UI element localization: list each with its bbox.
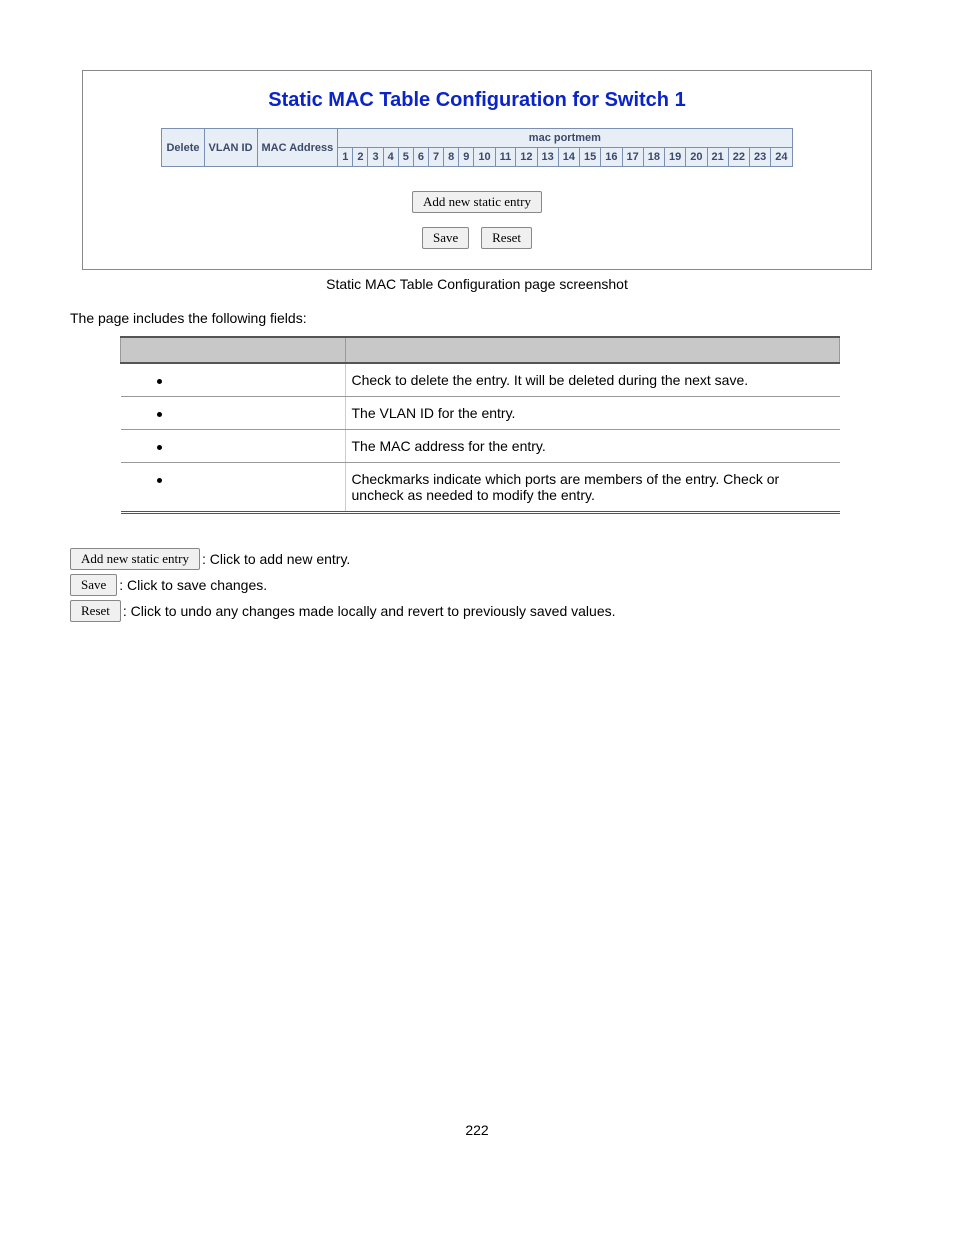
fields-header-desc (345, 337, 840, 363)
table-row: Checkmarks indicate which ports are memb… (121, 463, 840, 513)
col-port-16: 16 (601, 148, 622, 167)
screenshot-caption: Static MAC Table Configuration page scre… (70, 276, 884, 292)
save-button[interactable]: Save (422, 227, 469, 249)
col-port-22: 22 (728, 148, 749, 167)
config-title: Static MAC Table Configuration for Switc… (97, 89, 857, 112)
bullet-icon (157, 412, 162, 417)
col-port-1: 1 (338, 148, 353, 167)
col-port-23: 23 (750, 148, 771, 167)
fields-intro: The page includes the following fields: (70, 310, 884, 326)
legend-add-button[interactable]: Add new static entry (70, 548, 200, 570)
field-desc: Check to delete the entry. It will be de… (345, 363, 840, 397)
table-row: The VLAN ID for the entry. (121, 397, 840, 430)
col-port-15: 15 (580, 148, 601, 167)
col-port-6: 6 (413, 148, 428, 167)
legend-save-text: : Click to save changes. (119, 577, 267, 593)
add-entry-button[interactable]: Add new static entry (412, 191, 542, 213)
legend-reset-button[interactable]: Reset (70, 600, 121, 622)
fields-table: Check to delete the entry. It will be de… (120, 336, 840, 514)
col-port-10: 10 (474, 148, 495, 167)
fields-header-object (121, 337, 346, 363)
col-vlan-id: VLAN ID (204, 129, 257, 167)
field-desc: The MAC address for the entry. (345, 430, 840, 463)
col-port-5: 5 (398, 148, 413, 167)
col-port-14: 14 (558, 148, 579, 167)
reset-button[interactable]: Reset (481, 227, 532, 249)
col-delete: Delete (162, 129, 204, 167)
field-desc: The VLAN ID for the entry. (345, 397, 840, 430)
config-screenshot: Static MAC Table Configuration for Switc… (82, 70, 872, 270)
col-port-18: 18 (643, 148, 664, 167)
col-port-13: 13 (537, 148, 558, 167)
col-port-7: 7 (428, 148, 443, 167)
legend-reset-text: : Click to undo any changes made locally… (123, 603, 616, 619)
col-port-12: 12 (516, 148, 537, 167)
page-number: 222 (70, 1122, 884, 1138)
col-port-4: 4 (383, 148, 398, 167)
legend-save-button[interactable]: Save (70, 574, 117, 596)
col-port-19: 19 (665, 148, 686, 167)
table-row: Check to delete the entry. It will be de… (121, 363, 840, 397)
bullet-icon (157, 478, 162, 483)
col-port-11: 11 (495, 148, 516, 167)
table-row: The MAC address for the entry. (121, 430, 840, 463)
col-port-3: 3 (368, 148, 383, 167)
legend-add-text: : Click to add new entry. (202, 551, 350, 567)
col-port-8: 8 (444, 148, 459, 167)
col-port-17: 17 (622, 148, 643, 167)
mac-config-table: Delete VLAN ID MAC Address mac portmem 1… (161, 128, 792, 167)
bullet-icon (157, 445, 162, 450)
portmem-header: mac portmem (338, 129, 792, 148)
col-port-20: 20 (686, 148, 707, 167)
field-desc: Checkmarks indicate which ports are memb… (345, 463, 840, 513)
col-port-21: 21 (707, 148, 728, 167)
button-legend: Add new static entry : Click to add new … (70, 548, 884, 622)
col-port-2: 2 (353, 148, 368, 167)
col-mac: MAC Address (257, 129, 338, 167)
col-port-9: 9 (459, 148, 474, 167)
col-port-24: 24 (771, 148, 792, 167)
bullet-icon (157, 379, 162, 384)
